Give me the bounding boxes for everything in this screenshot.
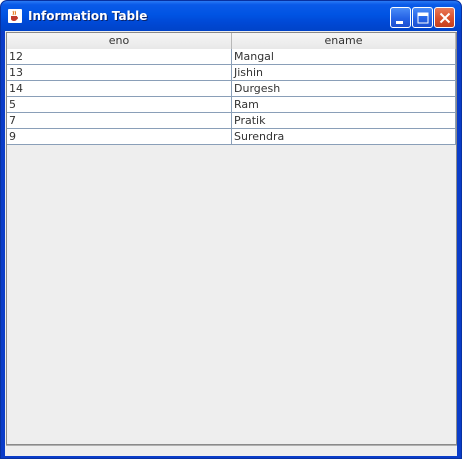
close-icon bbox=[439, 12, 451, 24]
table-row[interactable]: 5 Ram bbox=[7, 97, 456, 113]
title-bar[interactable]: Information Table bbox=[1, 1, 461, 31]
minimize-button[interactable] bbox=[390, 7, 411, 28]
window-title: Information Table bbox=[28, 9, 148, 23]
cell-ename[interactable]: Mangal bbox=[232, 49, 456, 64]
close-button[interactable] bbox=[434, 7, 455, 28]
information-table[interactable]: eno ename 12 Mangal 13 Jishin 14 Durgesh… bbox=[7, 33, 456, 145]
cell-ename[interactable]: Jishin bbox=[232, 65, 456, 80]
cell-eno[interactable]: 9 bbox=[7, 129, 232, 144]
minimize-icon bbox=[396, 21, 403, 24]
maximize-icon bbox=[417, 12, 429, 24]
table-header: eno ename bbox=[7, 33, 456, 49]
table-row[interactable]: 13 Jishin bbox=[7, 65, 456, 81]
table-row[interactable]: 7 Pratik bbox=[7, 113, 456, 129]
column-header-eno[interactable]: eno bbox=[7, 33, 232, 49]
bottom-scroll-area[interactable] bbox=[6, 445, 457, 455]
cell-ename[interactable]: Pratik bbox=[232, 113, 456, 128]
table-scroll-pane[interactable]: eno ename 12 Mangal 13 Jishin 14 Durgesh… bbox=[6, 32, 457, 445]
cell-ename[interactable]: Durgesh bbox=[232, 81, 456, 96]
cell-eno[interactable]: 5 bbox=[7, 97, 232, 112]
maximize-button[interactable] bbox=[412, 7, 433, 28]
content-pane: eno ename 12 Mangal 13 Jishin 14 Durgesh… bbox=[5, 31, 457, 456]
cell-eno[interactable]: 7 bbox=[7, 113, 232, 128]
cell-eno[interactable]: 13 bbox=[7, 65, 232, 80]
information-table-window: Information Table eno ename 12 Mangal 13… bbox=[0, 0, 462, 459]
cell-eno[interactable]: 14 bbox=[7, 81, 232, 96]
column-header-ename[interactable]: ename bbox=[232, 33, 456, 49]
table-row[interactable]: 12 Mangal bbox=[7, 49, 456, 65]
table-row[interactable]: 14 Durgesh bbox=[7, 81, 456, 97]
table-row[interactable]: 9 Surendra bbox=[7, 129, 456, 145]
cell-ename[interactable]: Surendra bbox=[232, 129, 456, 144]
cell-ename[interactable]: Ram bbox=[232, 97, 456, 112]
java-cup-icon[interactable] bbox=[7, 8, 23, 24]
cell-eno[interactable]: 12 bbox=[7, 49, 232, 64]
